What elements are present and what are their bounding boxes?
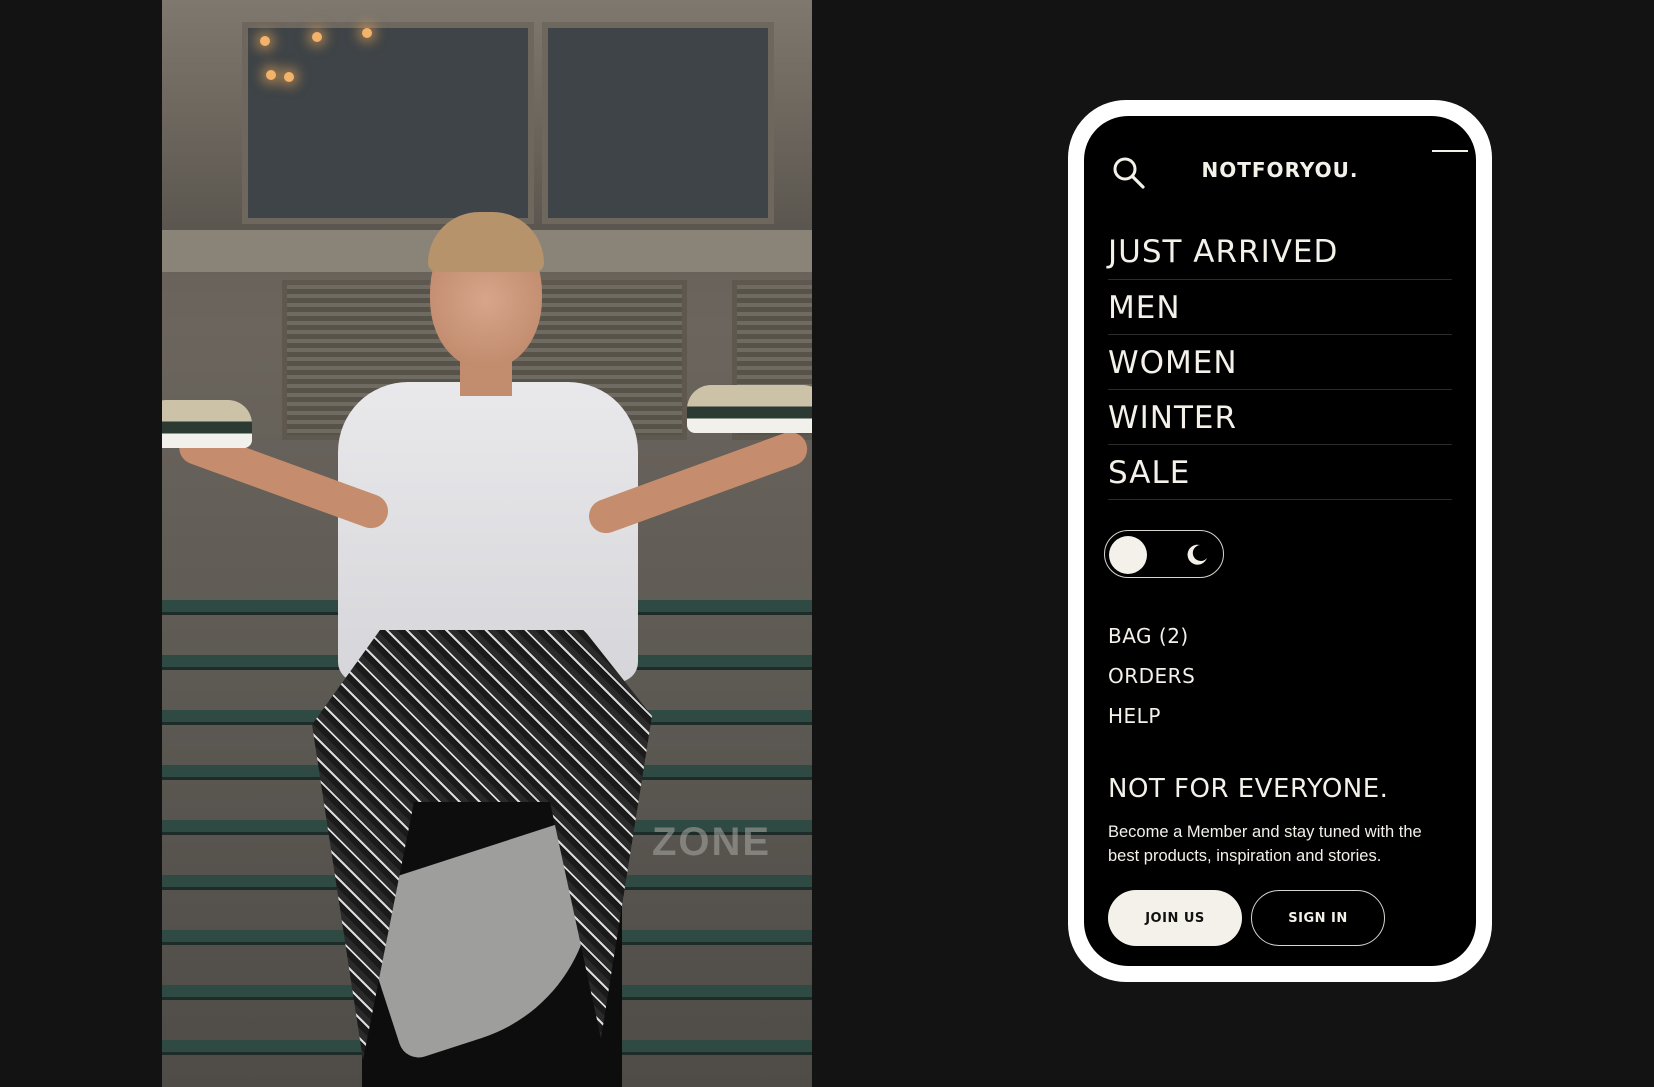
sneaker-left — [162, 400, 252, 448]
sneaker-right — [687, 385, 812, 433]
promo-text: Become a Member and stay tuned with the … — [1108, 823, 1422, 865]
nav-item-sale[interactable]: SALE — [1108, 445, 1452, 500]
promo-tagline: NOT FOR EVERYONE. — [1108, 774, 1389, 804]
sign-text: ZONE — [652, 820, 772, 864]
theme-toggle[interactable] — [1104, 530, 1224, 578]
help-link[interactable]: HELP — [1108, 696, 1195, 736]
bag-link[interactable]: BAG (2) — [1108, 616, 1195, 656]
moon-icon — [1187, 544, 1207, 565]
menu-icon[interactable] — [1432, 150, 1468, 162]
phone-screen: NOTFORYOU. JUST ARRIVED MEN WOMEN WINTER… — [1084, 116, 1476, 966]
nav-item-women[interactable]: WOMEN — [1108, 335, 1452, 390]
building-window — [542, 22, 774, 224]
top-bar: NOTFORYOU. — [1084, 116, 1476, 206]
phone-frame: NOTFORYOU. JUST ARRIVED MEN WOMEN WINTER… — [1068, 100, 1492, 982]
building-window — [242, 22, 534, 224]
account-links: BAG (2) ORDERS HELP — [1108, 616, 1195, 736]
orders-link[interactable]: ORDERS — [1108, 656, 1195, 696]
nav-item-just-arrived[interactable]: JUST ARRIVED — [1108, 222, 1452, 280]
hero-photo: ZONE — [162, 0, 812, 1087]
brand-logo[interactable]: NOTFORYOU. — [1084, 158, 1476, 182]
main-nav: JUST ARRIVED MEN WOMEN WINTER SALE — [1108, 222, 1452, 500]
nav-item-men[interactable]: MEN — [1108, 280, 1452, 335]
join-us-button[interactable]: JOIN US — [1108, 890, 1242, 946]
toggle-knob — [1109, 536, 1147, 574]
sign-in-button[interactable]: SIGN IN — [1251, 890, 1385, 946]
nav-item-winter[interactable]: WINTER — [1108, 390, 1452, 445]
